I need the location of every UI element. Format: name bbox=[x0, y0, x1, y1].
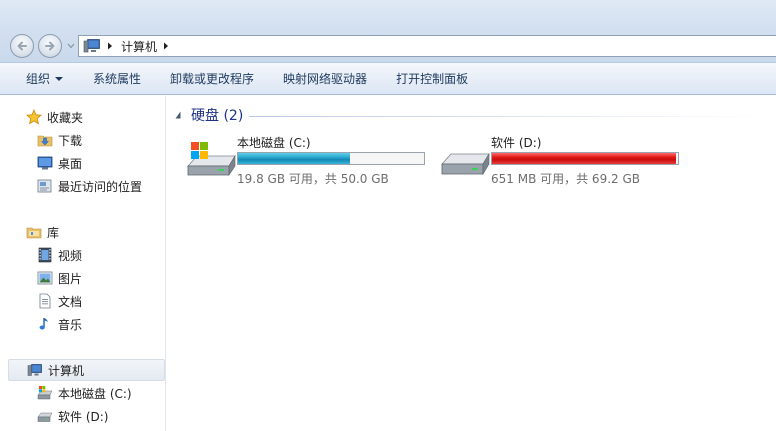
videos-library-icon bbox=[38, 247, 52, 263]
nav-item-label: 桌面 bbox=[58, 156, 83, 171]
nav-computer[interactable]: 计算机 bbox=[8, 359, 165, 381]
breadcrumb-separator-icon[interactable] bbox=[107, 42, 115, 50]
nav-item-pictures[interactable]: 图片 bbox=[8, 267, 165, 289]
nav-item-recent-places[interactable]: 最近访问的位置 bbox=[8, 175, 165, 197]
breadcrumb-separator-icon[interactable] bbox=[163, 42, 171, 50]
nav-item-label: 图片 bbox=[58, 271, 83, 286]
navigation-pane: 收藏夹 下载 桌面 最近访问的位置 库 视频 图片 文档 音乐 计算机 本地磁盘… bbox=[0, 96, 166, 431]
collapse-triangle-icon bbox=[175, 111, 181, 119]
drive-free-space: 651 MB 可用，共 69.2 GB bbox=[491, 172, 640, 186]
drive-name: 软件 (D:) bbox=[491, 136, 542, 150]
nav-item-label: 音乐 bbox=[58, 317, 83, 332]
drive-d-tile[interactable]: 软件 (D:) 651 MB 可用，共 69.2 GB bbox=[439, 132, 684, 188]
nav-item-label: 视频 bbox=[58, 248, 83, 263]
drive-usage-bar bbox=[491, 152, 679, 165]
drive-usage-fill bbox=[492, 153, 677, 164]
group-divider bbox=[249, 116, 769, 117]
nav-item-label: 最近访问的位置 bbox=[58, 179, 143, 194]
uninstall-change-program-button[interactable]: 卸载或更改程序 bbox=[170, 63, 254, 95]
music-library-icon bbox=[39, 318, 48, 330]
star-icon bbox=[26, 109, 42, 125]
nav-item-label: 本地磁盘 (C:) bbox=[58, 386, 132, 401]
drive-c-tile[interactable]: 本地磁盘 (C:) 19.8 GB 可用，共 50.0 GB bbox=[185, 132, 430, 188]
dropdown-arrow-icon bbox=[55, 76, 64, 81]
system-drive-icon bbox=[187, 142, 236, 176]
computer-icon bbox=[83, 39, 100, 53]
documents-library-icon bbox=[39, 293, 51, 309]
nav-item-label: 软件 (D:) bbox=[58, 409, 109, 424]
library-icon bbox=[26, 227, 42, 239]
nav-item-videos[interactable]: 视频 bbox=[8, 244, 165, 266]
system-properties-button[interactable]: 系统属性 bbox=[93, 63, 141, 95]
organize-label: 组织 bbox=[26, 71, 51, 86]
nav-computer-label: 计算机 bbox=[48, 363, 85, 378]
drive-name: 本地磁盘 (C:) bbox=[237, 136, 311, 150]
map-network-drive-button[interactable]: 映射网络驱动器 bbox=[283, 63, 367, 95]
open-control-panel-button[interactable]: 打开控制面板 bbox=[396, 63, 468, 95]
nav-item-documents[interactable]: 文档 bbox=[8, 290, 165, 312]
hard-disks-group-header[interactable]: 硬盘 (2) bbox=[175, 106, 243, 124]
drive-free-space: 19.8 GB 可用，共 50.0 GB bbox=[237, 172, 389, 186]
drive-icon bbox=[37, 412, 53, 422]
nav-item-downloads[interactable]: 下载 bbox=[8, 129, 165, 151]
recent-pages-dropdown[interactable] bbox=[66, 41, 76, 51]
drive-icon bbox=[441, 152, 490, 176]
nav-item-drive-c[interactable]: 本地磁盘 (C:) bbox=[8, 382, 165, 404]
nav-item-label: 文档 bbox=[58, 294, 83, 309]
nav-item-desktop[interactable]: 桌面 bbox=[8, 152, 165, 174]
drive-usage-fill bbox=[238, 153, 351, 164]
recent-places-icon bbox=[37, 179, 52, 193]
nav-libraries-label: 库 bbox=[47, 225, 60, 240]
desktop-icon bbox=[37, 156, 53, 170]
system-drive-icon bbox=[37, 386, 53, 400]
address-bar[interactable]: 计算机 bbox=[78, 35, 776, 57]
computer-icon bbox=[27, 364, 42, 376]
forward-arrow-icon bbox=[45, 41, 55, 51]
window-titlebar: 计算机 bbox=[0, 0, 776, 63]
group-title: 硬盘 (2) bbox=[191, 108, 244, 124]
breadcrumb-computer[interactable]: 计算机 bbox=[121, 38, 157, 55]
chevron-down-icon bbox=[67, 43, 75, 49]
organize-button[interactable]: 组织 bbox=[26, 63, 64, 95]
nav-item-drive-d[interactable]: 软件 (D:) bbox=[8, 405, 165, 427]
downloads-folder-icon bbox=[37, 135, 53, 147]
nav-favorites-label: 收藏夹 bbox=[47, 110, 84, 125]
drive-usage-bar bbox=[237, 152, 425, 165]
content-pane: 硬盘 (2) 本地磁盘 (C:) 19.8 GB 可用，共 50.0 GB 软件… bbox=[167, 96, 776, 431]
pictures-library-icon bbox=[37, 271, 53, 285]
nav-item-music[interactable]: 音乐 bbox=[8, 313, 165, 335]
back-button[interactable] bbox=[10, 34, 34, 58]
forward-button[interactable] bbox=[38, 34, 62, 58]
nav-favorites[interactable]: 收藏夹 bbox=[8, 106, 165, 128]
back-arrow-icon bbox=[17, 41, 27, 51]
command-toolbar: 组织 系统属性 卸载或更改程序 映射网络驱动器 打开控制面板 bbox=[0, 63, 776, 95]
nav-item-label: 下载 bbox=[58, 133, 83, 148]
nav-libraries[interactable]: 库 bbox=[8, 221, 165, 243]
